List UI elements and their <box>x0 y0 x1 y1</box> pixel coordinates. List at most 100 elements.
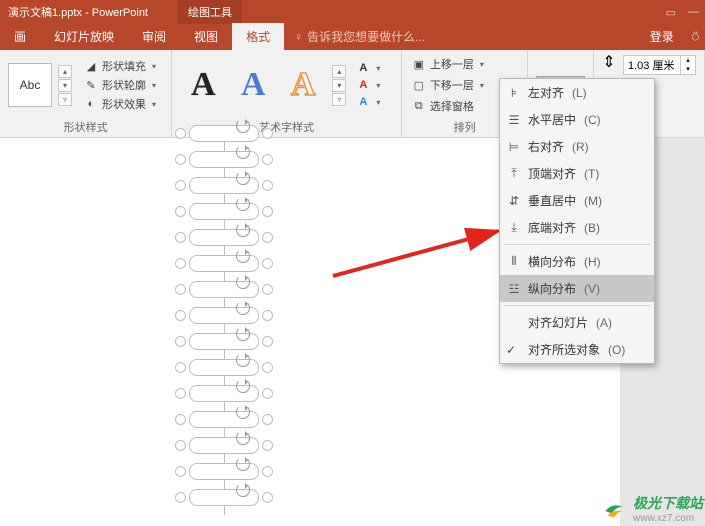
wordart-gallery-scroll: ▴ ▾ ▿ <box>332 65 346 106</box>
menu-align-bottom[interactable]: ⤓底端对齐(B) <box>500 214 654 241</box>
menu-align-middle-v[interactable]: ⇵垂直居中(M) <box>500 187 654 214</box>
annotation-arrow <box>328 226 508 282</box>
text-fill-icon: A <box>356 61 370 75</box>
ribbon-tabs: 画 幻灯片放映 审阅 视图 格式 ♀ 告诉我您想要做什么... 登录 ⍥ <box>0 24 705 50</box>
chevron-down-icon: ▾ <box>152 81 156 90</box>
rotate-handle-icon[interactable] <box>236 275 250 289</box>
align-dropdown-menu: ⊧左对齐(L) ☰水平居中(C) ⊨右对齐(R) ⤒顶端对齐(T) ⇵垂直居中(… <box>499 78 655 364</box>
distribute-h-icon: ⦀ <box>506 254 522 269</box>
menu-align-center-h[interactable]: ☰水平居中(C) <box>500 106 654 133</box>
selection-pane-icon: ⧉ <box>412 99 426 113</box>
ribbon-options-icon[interactable]: ▭ <box>660 6 682 19</box>
document-title: 演示文稿1.pptx - PowerPoint <box>0 4 148 20</box>
tab-review[interactable]: 审阅 <box>128 23 180 50</box>
menu-align-top[interactable]: ⤒顶端对齐(T) <box>500 160 654 187</box>
wordart-preset-1[interactable]: A <box>180 62 226 108</box>
send-backward-button[interactable]: ▢ 下移一层 ▾ <box>410 76 486 94</box>
tell-me-search[interactable]: ♀ 告诉我您想要做什么... <box>284 23 435 50</box>
rotate-handle-icon[interactable] <box>236 119 250 133</box>
spin-down-icon[interactable]: ▾ <box>681 65 695 74</box>
height-input[interactable]: 1.03 厘米 ▴ ▾ <box>623 55 696 75</box>
align-left-icon: ⊧ <box>506 86 522 100</box>
minimize-icon[interactable]: — <box>682 6 705 18</box>
rotate-handle-icon[interactable] <box>236 457 250 471</box>
menu-align-to-slide[interactable]: 对齐幻灯片(A) <box>500 309 654 336</box>
gallery-more-icon[interactable]: ▿ <box>58 93 72 106</box>
gallery-more-icon[interactable]: ▿ <box>332 93 346 106</box>
selection-pane-button[interactable]: ⧉ 选择窗格 <box>410 97 486 115</box>
menu-distribute-h[interactable]: ⦀横向分布(H) <box>500 248 654 275</box>
rotate-handle-icon[interactable] <box>236 301 250 315</box>
chevron-down-icon: ▾ <box>376 98 380 107</box>
send-backward-icon: ▢ <box>412 78 426 92</box>
lightbulb-icon: ♀ <box>294 30 303 44</box>
gallery-down-icon[interactable]: ▾ <box>332 79 346 92</box>
titlebar: 演示文稿1.pptx - PowerPoint 绘图工具 ▭ — <box>0 0 705 24</box>
chevron-down-icon: ▾ <box>152 62 156 71</box>
rotate-handle-icon[interactable] <box>236 197 250 211</box>
shape-style-gallery[interactable]: Abc <box>8 63 52 107</box>
chevron-down-icon: ▾ <box>376 64 380 73</box>
pen-icon: ✎ <box>84 78 98 92</box>
align-bottom-icon: ⤓ <box>506 220 522 235</box>
rotate-handle-icon[interactable] <box>236 431 250 445</box>
login-button[interactable]: 登录 <box>638 23 686 50</box>
tell-me-placeholder: 告诉我您想要做什么... <box>307 28 425 45</box>
check-icon: ✓ <box>506 343 516 357</box>
text-outline-icon: A <box>356 78 370 92</box>
paint-bucket-icon: ◢ <box>84 59 98 73</box>
gallery-up-icon[interactable]: ▴ <box>332 65 346 78</box>
wordart-preset-2[interactable]: A <box>230 62 276 108</box>
user-icon[interactable]: ⍥ <box>686 25 705 50</box>
menu-align-left[interactable]: ⊧左对齐(L) <box>500 79 654 106</box>
menu-separator <box>504 244 650 245</box>
menu-align-selected[interactable]: ✓对齐所选对象(O) <box>500 336 654 363</box>
tab-view[interactable]: 视图 <box>180 23 232 50</box>
watermark: 极光下载站 www.xz7.com <box>601 493 703 524</box>
spin-up-icon[interactable]: ▴ <box>681 56 695 65</box>
bring-forward-button[interactable]: ▣ 上移一层 ▾ <box>410 55 486 73</box>
rotate-handle-icon[interactable] <box>236 171 250 185</box>
rotate-handle-icon[interactable] <box>236 327 250 341</box>
gallery-scroll: ▴ ▾ ▿ <box>58 65 72 106</box>
chevron-down-icon: ▾ <box>376 81 380 90</box>
tab-format[interactable]: 格式 <box>232 23 284 50</box>
contextual-tab-label: 绘图工具 <box>178 0 242 24</box>
text-fill-button[interactable]: A ▾ <box>356 61 380 75</box>
menu-separator <box>504 305 650 306</box>
align-middle-v-icon: ⇵ <box>506 194 522 208</box>
rotate-handle-icon[interactable] <box>236 405 250 419</box>
chevron-down-icon: ▾ <box>152 100 156 109</box>
shape-outline-button[interactable]: ✎ 形状轮廓 ▾ <box>84 77 156 93</box>
effects-icon: ◐ <box>84 97 98 111</box>
wordart-preset-3[interactable]: A <box>280 62 326 108</box>
bring-forward-icon: ▣ <box>412 57 426 71</box>
text-outline-button[interactable]: A ▾ <box>356 78 380 92</box>
distribute-v-icon: ☳ <box>506 282 522 296</box>
rotate-handle-icon[interactable] <box>236 249 250 263</box>
menu-align-right[interactable]: ⊨右对齐(R) <box>500 133 654 160</box>
height-icon: ⇕ <box>602 55 616 69</box>
rotate-handle-icon[interactable] <box>236 145 250 159</box>
align-right-icon: ⊨ <box>506 140 522 154</box>
rotate-handle-icon[interactable] <box>236 483 250 497</box>
text-effects-button[interactable]: A ▾ <box>356 95 380 109</box>
align-top-icon: ⤒ <box>506 166 522 181</box>
gallery-up-icon[interactable]: ▴ <box>58 65 72 78</box>
shape-fill-button[interactable]: ◢ 形状填充 ▾ <box>84 58 156 74</box>
rotate-handle-icon[interactable] <box>236 353 250 367</box>
align-center-h-icon: ☰ <box>506 113 522 127</box>
shape-fill-stack: ◢ 形状填充 ▾ ✎ 形状轮廓 ▾ ◐ 形状效果 ▾ <box>84 58 156 112</box>
selected-shapes[interactable] <box>175 120 273 510</box>
menu-distribute-v[interactable]: ☳纵向分布(V) <box>500 275 654 302</box>
watermark-logo-icon <box>601 496 627 522</box>
group-label-shape-styles: 形状样式 <box>8 117 163 135</box>
gallery-down-icon[interactable]: ▾ <box>58 79 72 92</box>
rotate-handle-icon[interactable] <box>236 379 250 393</box>
shape-effects-button[interactable]: ◐ 形状效果 ▾ <box>84 96 156 112</box>
text-effects-icon: A <box>356 95 370 109</box>
rotate-handle-icon[interactable] <box>236 223 250 237</box>
tab-transitions[interactable]: 画 <box>0 23 40 50</box>
tab-slideshow[interactable]: 幻灯片放映 <box>40 23 128 50</box>
group-shape-styles: Abc ▴ ▾ ▿ ◢ 形状填充 ▾ ✎ 形状轮廓 ▾ ◐ <box>0 50 172 137</box>
